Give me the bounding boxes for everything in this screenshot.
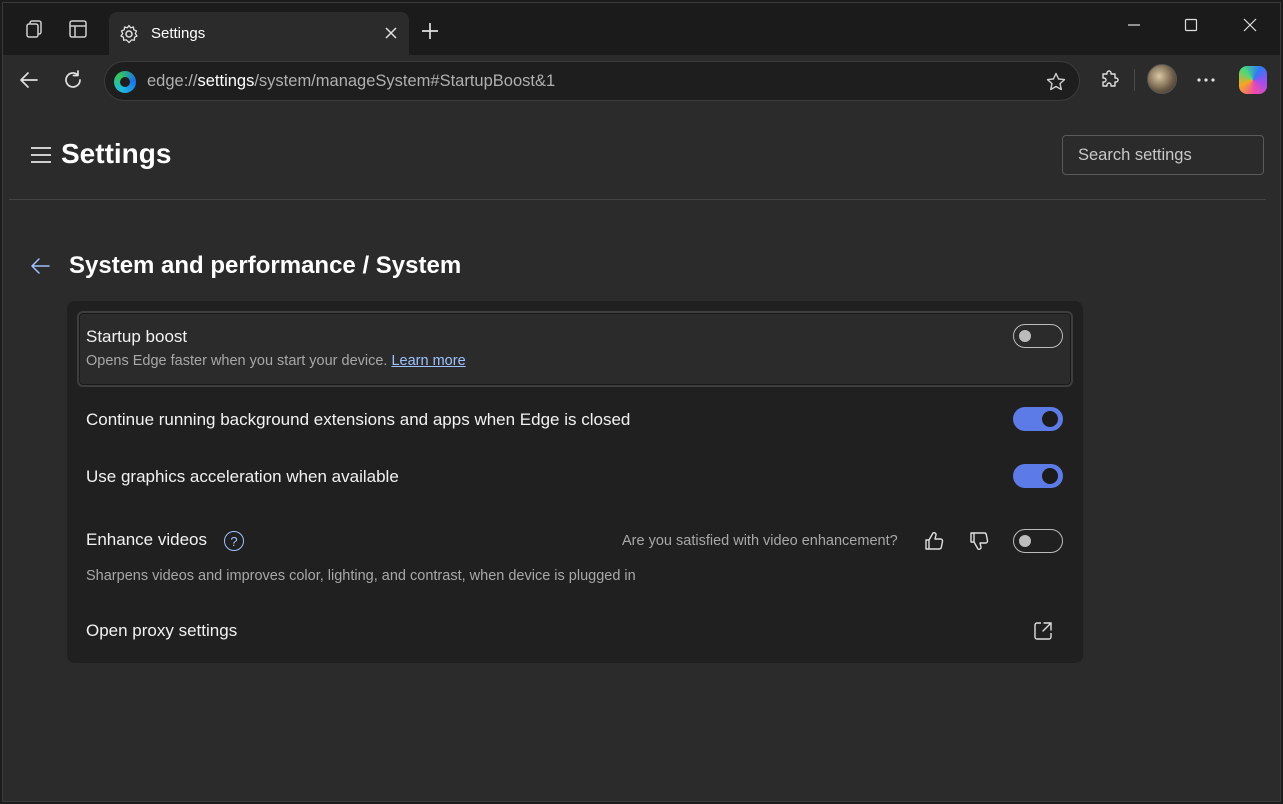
system-settings-card: Startup boost Opens Edge faster when you… (67, 301, 1083, 663)
maximize-icon[interactable] (1179, 13, 1203, 37)
background-apps-label: Continue running background extensions a… (86, 410, 631, 429)
profile-avatar[interactable] (1147, 64, 1177, 94)
page-title: Settings (61, 138, 172, 169)
tab-title: Settings (151, 25, 206, 42)
extensions-icon[interactable] (1097, 67, 1123, 93)
close-window-icon[interactable] (1238, 13, 1262, 37)
copilot-icon[interactable] (1239, 66, 1267, 94)
address-bar[interactable]: edge://settings/system/manageSystem#Star… (104, 61, 1080, 101)
thumbs-down-icon[interactable] (968, 530, 990, 552)
startup-boost-description: Opens Edge faster when you start your de… (86, 353, 466, 369)
workspaces-icon[interactable] (23, 18, 45, 40)
menu-icon[interactable] (31, 147, 51, 163)
back-arrow-icon[interactable] (29, 255, 51, 277)
url-text[interactable]: edge://settings/system/manageSystem#Star… (147, 72, 555, 91)
new-tab-icon[interactable] (419, 20, 441, 42)
tab-strip: Settings (3, 3, 1280, 56)
search-settings-input[interactable] (1062, 135, 1264, 175)
learn-more-link[interactable]: Learn more (391, 353, 465, 369)
proxy-settings-label[interactable]: Open proxy settings (86, 621, 237, 641)
startup-boost-row (77, 311, 1073, 387)
section-title: System and performance / System (69, 252, 462, 279)
startup-boost-toggle[interactable] (1013, 324, 1063, 348)
refresh-icon[interactable] (61, 68, 85, 92)
help-icon[interactable]: ? (224, 531, 244, 551)
startup-boost-desc-text: Opens Edge faster when you start your de… (86, 353, 388, 369)
url-path: /system/manageSystem#StartupBoost&1 (254, 72, 556, 90)
enhance-videos-label: Enhance videos (86, 530, 207, 549)
toolbar-separator (1134, 69, 1135, 91)
url-scheme: edge:// (147, 72, 198, 90)
enhance-videos-toggle[interactable] (1013, 529, 1063, 553)
close-tab-icon[interactable] (381, 23, 401, 43)
navigation-bar: edge://settings/system/manageSystem#Star… (3, 55, 1280, 105)
graphics-accel-toggle[interactable] (1013, 464, 1063, 488)
background-apps-toggle[interactable] (1013, 407, 1063, 431)
more-options-icon[interactable] (1193, 67, 1219, 93)
back-icon[interactable] (17, 68, 41, 92)
minimize-icon[interactable] (1122, 13, 1146, 37)
settings-page: Settings System and performance / System… (3, 105, 1280, 801)
graphics-accel-label: Use graphics acceleration when available (86, 467, 399, 486)
url-host: settings (197, 72, 255, 90)
edge-logo-icon (114, 71, 136, 93)
thumbs-up-icon[interactable] (923, 530, 945, 552)
startup-boost-label: Startup boost (86, 327, 188, 346)
vertical-tabs-icon[interactable] (67, 18, 89, 40)
browser-window: Settings edge://settings/system/manageSy… (2, 2, 1281, 802)
tab-settings[interactable]: Settings (109, 12, 409, 56)
gear-icon (120, 24, 138, 44)
external-link-icon[interactable] (1033, 621, 1053, 641)
favorite-star-icon[interactable] (1045, 71, 1067, 93)
enhance-videos-description: Sharpens videos and improves color, ligh… (86, 568, 636, 584)
header-divider (9, 199, 1266, 200)
feedback-question: Are you satisfied with video enhancement… (622, 533, 898, 549)
